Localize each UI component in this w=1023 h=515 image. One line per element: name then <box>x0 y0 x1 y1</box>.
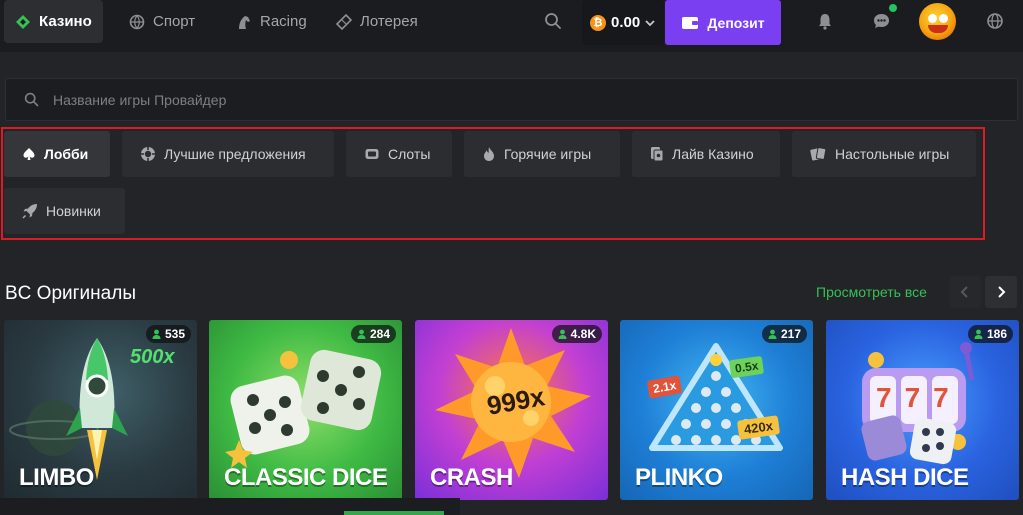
game-card-limbo[interactable]: 500x 535 LIMBO <box>4 320 197 500</box>
tab-slots[interactable]: Слоты <box>346 131 452 177</box>
sport-ball-icon <box>129 14 145 29</box>
fire-icon <box>484 147 494 161</box>
live-cards-icon <box>651 147 664 162</box>
players-badge: 535 <box>145 325 191 343</box>
tab-new-games[interactable]: Новинки <box>4 188 125 234</box>
slot-icon <box>365 149 379 159</box>
tab-live-casino[interactable]: Лайв Казино <box>632 131 780 177</box>
tab-table-games[interactable]: Настольные игры <box>792 131 976 177</box>
game-title: PLINKO <box>635 464 723 491</box>
tab-label: Горячие игры <box>504 146 592 162</box>
game-card-classic-dice[interactable]: 284 CLASSIC DICE <box>209 320 402 500</box>
ticket-icon <box>336 13 352 30</box>
user-icon <box>152 329 161 339</box>
players-badge: 217 <box>761 325 807 343</box>
globe-icon[interactable] <box>985 11 1005 31</box>
tab-hot-games[interactable]: Горячие игры <box>464 131 620 177</box>
nav-item-sport[interactable]: Спорт <box>129 0 195 43</box>
deposit-label: Депозит <box>707 14 765 31</box>
tab-lobby[interactable]: Лобби <box>4 131 110 177</box>
wallet-icon <box>682 16 699 29</box>
avatar[interactable] <box>919 3 956 40</box>
chip-icon <box>141 147 155 161</box>
nav-item-casino[interactable]: Казино <box>4 0 103 43</box>
players-badge: 186 <box>967 325 1013 343</box>
user-icon <box>357 329 366 339</box>
top-navigation: Казино Спорт Racing Лотерея ₿ 0.00 Депоз… <box>0 0 1023 52</box>
game-card-crash[interactable]: 999x 4.8K CRASH <box>415 320 608 500</box>
search-icon <box>24 92 39 107</box>
nav-item-lottery[interactable]: Лотерея <box>336 0 418 43</box>
next-arrow-button[interactable] <box>985 276 1017 308</box>
game-card-plinko[interactable]: 2.1x 0.5x 420x 217 PLINKO <box>620 320 813 500</box>
rocket-icon <box>22 204 37 219</box>
bell-icon[interactable] <box>815 11 835 31</box>
game-title: LIMBO <box>19 464 94 491</box>
balance-amount: 0.00 <box>611 14 641 31</box>
tab-label: Слоты <box>388 146 431 162</box>
user-icon <box>974 329 983 339</box>
players-count: 217 <box>780 327 801 341</box>
tab-label: Лучшие предложения <box>164 146 306 162</box>
chat-icon[interactable] <box>871 11 891 31</box>
nav-item-racing[interactable]: Racing <box>236 0 307 43</box>
see-all-link[interactable]: Просмотреть все <box>816 284 927 300</box>
spade-icon <box>23 148 35 160</box>
tab-label: Лобби <box>44 146 89 162</box>
players-badge: 4.8K <box>551 325 602 343</box>
search-icon[interactable] <box>543 11 563 31</box>
bottom-bar-accent <box>344 511 444 515</box>
chevron-left-icon <box>960 286 968 298</box>
players-count: 4.8K <box>570 327 596 341</box>
nav-item-label: Казино <box>39 13 92 30</box>
players-count: 284 <box>369 327 390 341</box>
limbo-multiplier: 500x <box>130 346 175 368</box>
tab-best-offers[interactable]: Лучшие предложения <box>122 131 334 177</box>
game-search-input[interactable]: Название игры Провайдер <box>5 78 1018 121</box>
tab-label: Настольные игры <box>835 146 950 162</box>
game-title: CRASH <box>430 464 513 491</box>
game-title: CLASSIC DICE <box>224 464 388 491</box>
user-icon <box>558 329 567 339</box>
game-card-hash-dice[interactable]: 777 186 HASH DICE <box>826 320 1019 500</box>
section-title: BC Оригиналы <box>5 283 136 304</box>
nav-item-label: Спорт <box>153 13 196 30</box>
players-count: 186 <box>986 327 1007 341</box>
online-status-dot <box>889 4 897 12</box>
game-title: HASH DICE <box>841 464 969 491</box>
tab-label: Лайв Казино <box>672 146 754 162</box>
players-count: 535 <box>164 327 185 341</box>
prev-arrow-button[interactable] <box>949 276 981 308</box>
chevron-down-icon <box>645 19 655 26</box>
players-badge: 284 <box>350 325 396 343</box>
slot-reels: 777 <box>876 382 962 413</box>
user-icon <box>768 329 777 339</box>
bitcoin-icon: ₿ <box>590 14 606 31</box>
table-cards-icon <box>810 147 827 161</box>
balance-selector[interactable]: ₿ 0.00 <box>582 0 664 45</box>
search-placeholder: Название игры Провайдер <box>53 91 227 108</box>
casino-icon <box>16 14 30 29</box>
nav-item-label: Лотерея <box>360 13 418 30</box>
horse-icon <box>239 15 250 29</box>
nav-item-label: Racing <box>260 13 307 30</box>
tab-label: Новинки <box>46 203 101 219</box>
chevron-right-icon <box>998 286 1006 298</box>
deposit-button[interactable]: Депозит <box>665 0 781 45</box>
